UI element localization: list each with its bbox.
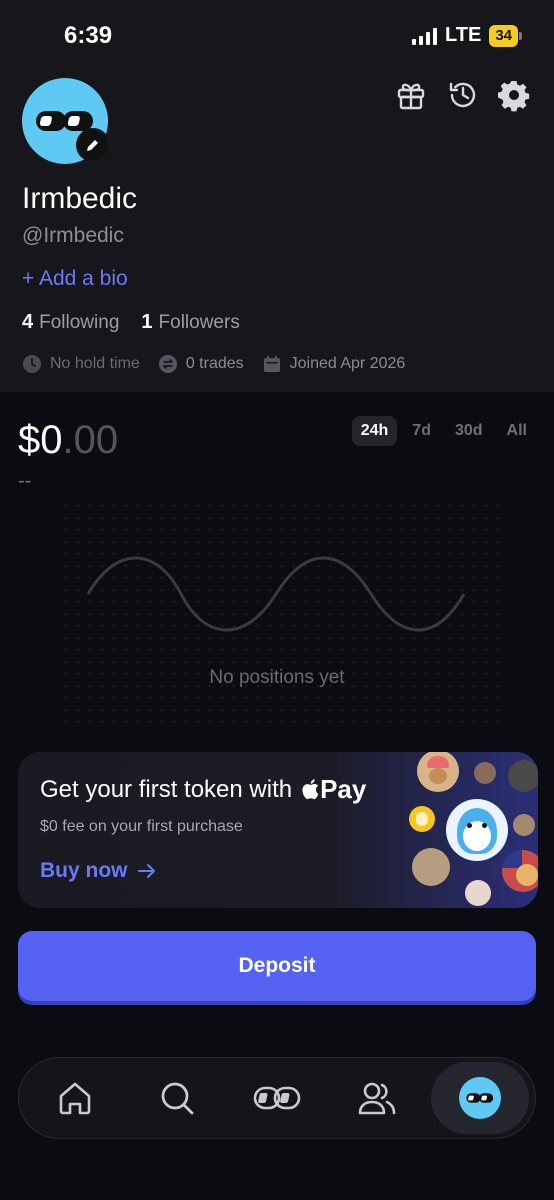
gear-icon[interactable] <box>497 78 531 112</box>
balance-change: -- <box>18 470 32 492</box>
join-date: Joined Apr 2026 <box>262 354 406 374</box>
token-hand-icon <box>409 806 435 832</box>
status-indicators: LTE 34 <box>412 24 522 47</box>
buy-now-label: Buy now <box>40 859 128 882</box>
followers-count: 1 <box>141 311 153 333</box>
empty-state-text: No positions yet <box>209 667 345 688</box>
range-tab-all[interactable]: All <box>498 416 536 446</box>
range-tab-24h[interactable]: 24h <box>351 416 398 446</box>
hold-time-text: No hold time <box>50 355 140 372</box>
trades-count: 0 trades <box>158 354 244 374</box>
bottom-nav <box>18 1057 536 1139</box>
add-bio-link[interactable]: + Add a bio <box>22 267 128 291</box>
promo-title-text: Get your first token with <box>40 775 293 803</box>
calendar-icon <box>263 356 280 372</box>
token-dog-hat-icon <box>417 752 459 792</box>
empty-chart-wave-icon <box>86 556 466 632</box>
gift-icon[interactable] <box>394 78 428 112</box>
range-selector: 24h 7d 30d All <box>351 416 536 446</box>
people-icon <box>358 1082 396 1115</box>
pay-label: Pay <box>320 774 367 804</box>
nav-pump[interactable] <box>237 1058 317 1138</box>
trades-text: 0 trades <box>185 355 244 372</box>
followers-stat[interactable]: 1 Followers <box>141 311 239 334</box>
followers-label: Followers <box>158 312 240 333</box>
token-portrait-icon <box>508 760 538 792</box>
token-monkey-icon <box>474 762 496 784</box>
balance-cents: .00 <box>62 418 119 462</box>
apple-pay-promo-card[interactable]: Get your first token with Pay $0 fee on … <box>18 752 538 908</box>
nav-search[interactable] <box>137 1058 217 1138</box>
buy-now-link[interactable]: Buy now <box>40 859 156 883</box>
hold-time: No hold time <box>22 354 140 374</box>
status-time: 6:39 <box>64 22 113 49</box>
nav-profile[interactable] <box>431 1062 529 1134</box>
promo-subtitle: $0 fee on your first purchase <box>40 818 243 835</box>
edit-avatar-button[interactable] <box>76 128 110 162</box>
promo-title: Get your first token with Pay <box>40 774 366 805</box>
search-icon <box>161 1082 194 1115</box>
apple-icon <box>302 779 319 800</box>
network-type: LTE <box>445 24 482 46</box>
balance-main: $0 <box>18 418 63 462</box>
home-icon <box>59 1082 91 1115</box>
nav-community[interactable] <box>337 1058 417 1138</box>
battery-icon: 34 <box>489 24 522 47</box>
history-icon[interactable] <box>446 78 480 112</box>
pencil-icon <box>87 140 98 151</box>
range-tab-7d[interactable]: 7d <box>403 416 440 446</box>
profile-meta: No hold time 0 trades Joined Apr 2026 <box>22 354 423 374</box>
pump-icon <box>253 1086 301 1110</box>
username: Irmbedic <box>22 182 138 215</box>
swap-icon <box>158 355 177 373</box>
arrow-right-icon <box>137 864 155 878</box>
profile-avatar-icon <box>459 1077 501 1119</box>
token-cat-icon <box>412 848 450 886</box>
following-label: Following <box>39 312 120 333</box>
signal-icon <box>412 27 438 45</box>
clock-icon <box>23 355 41 373</box>
joined-text: Joined Apr 2026 <box>289 355 406 372</box>
token-penguin-icon <box>446 799 508 861</box>
range-tab-30d[interactable]: 30d <box>446 416 492 446</box>
apple-pay-logo: Pay <box>300 774 366 805</box>
following-count: 4 <box>22 311 34 333</box>
portfolio-balance: $0.00 <box>18 418 118 463</box>
following-stat[interactable]: 4 Following <box>22 311 119 334</box>
token-flag-dog-icon <box>502 850 538 892</box>
nav-home[interactable] <box>35 1058 115 1138</box>
deposit-button[interactable]: Deposit <box>18 931 536 1001</box>
user-handle: @Irmbedic <box>22 224 124 247</box>
token-small-cat-icon <box>513 814 535 836</box>
follow-stats: 4 Following 1 Followers <box>22 311 240 334</box>
token-face-icon <box>465 880 491 906</box>
